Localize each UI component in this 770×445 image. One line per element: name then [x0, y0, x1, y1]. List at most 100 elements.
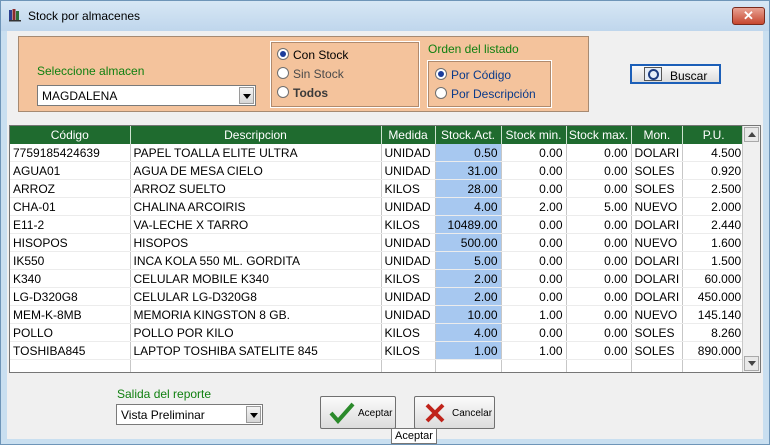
table-cell[interactable]: 2.500 — [682, 179, 746, 198]
table-cell[interactable]: 0.00 — [566, 269, 632, 288]
table-cell[interactable]: 450.000 — [682, 287, 746, 306]
radio-por-codigo[interactable]: Por Código — [435, 68, 511, 82]
table-cell[interactable]: 7759185424639 — [10, 144, 131, 162]
table-row[interactable]: IK550 INCA KOLA 550 ML. GORDITA UNIDAD 5.00… — [10, 251, 753, 270]
table-row[interactable]: HISOPOS HISOPOS UNIDAD 500.00 0.00 0.00 NUEVO 1… — [10, 233, 753, 252]
table-cell[interactable]: 1.00 — [435, 341, 502, 360]
table-cell[interactable]: UNIDAD — [381, 197, 436, 216]
table-cell[interactable]: NUEVO — [631, 233, 684, 252]
table-cell[interactable]: 0.00 — [501, 215, 567, 234]
table-cell[interactable]: 0.00 — [566, 215, 632, 234]
table-cell[interactable]: VA-LECHE X TARRO — [130, 215, 382, 234]
table-cell[interactable]: 0.00 — [501, 287, 567, 306]
table-cell[interactable]: KILOS — [381, 215, 436, 234]
table-cell[interactable]: K340 — [10, 269, 131, 288]
table-cell[interactable]: 0.00 — [566, 161, 632, 180]
table-row[interactable]: MEM-K-8MB MEMORIA KINGSTON 8 GB. UNIDAD 10.… — [10, 305, 753, 324]
table-cell[interactable]: DOLARI — [631, 144, 684, 162]
column-header[interactable]: Stock max. — [566, 126, 632, 144]
table-cell[interactable]: 10489.00 — [435, 215, 502, 234]
table-cell[interactable]: 31.00 — [435, 161, 502, 180]
table-cell[interactable]: CHALINA ARCOIRIS — [130, 197, 382, 216]
table-cell[interactable]: SOLES — [631, 161, 684, 180]
table-cell[interactable]: SOLES — [631, 323, 684, 342]
table-cell[interactable]: 2.00 — [435, 269, 502, 288]
warehouse-select[interactable]: MAGDALENA — [37, 85, 256, 106]
table-cell[interactable]: DOLARI — [631, 269, 684, 288]
table-cell[interactable]: 0.00 — [501, 251, 567, 270]
table-cell[interactable]: 4.00 — [435, 197, 502, 216]
report-output-select[interactable]: Vista Preliminar — [116, 404, 263, 425]
table-cell[interactable]: 0.00 — [566, 251, 632, 270]
column-header[interactable]: Medida — [381, 126, 436, 144]
table-cell[interactable]: 60.000 — [682, 269, 746, 288]
cancel-button[interactable]: Cancelar — [414, 396, 495, 429]
table-cell[interactable]: 0.00 — [566, 305, 632, 324]
table-row[interactable]: 7759185424639 PAPEL TOALLA ELITE ULTRA UNI… — [10, 144, 753, 162]
table-cell[interactable]: 0.50 — [435, 144, 502, 162]
table-cell[interactable]: 0.00 — [566, 323, 632, 342]
table-cell[interactable]: AGUA01 — [10, 161, 131, 180]
table-cell[interactable]: SOLES — [631, 179, 684, 198]
table-cell[interactable]: ARROZ — [10, 179, 131, 198]
table-cell[interactable]: 4.00 — [435, 323, 502, 342]
table-row[interactable]: K340 CELULAR MOBILE K340 KILOS 2.00 0.00 0.00… — [10, 269, 753, 288]
table-cell[interactable]: IK550 — [10, 251, 131, 270]
table-cell[interactable]: NUEVO — [631, 305, 684, 324]
table-cell[interactable]: UNIDAD — [381, 287, 436, 306]
chevron-down-icon[interactable] — [246, 406, 261, 423]
table-cell[interactable]: CELULAR LG-D320G8 — [130, 287, 382, 306]
table-cell[interactable]: 0.00 — [501, 179, 567, 198]
close-button[interactable]: ✕ — [732, 7, 765, 25]
table-cell[interactable]: SOLES — [631, 341, 684, 360]
table-cell[interactable]: KILOS — [381, 269, 436, 288]
table-cell[interactable]: 0.00 — [501, 323, 567, 342]
table-row[interactable]: ARROZ ARROZ SUELTO KILOS 28.00 0.00 0.00 SOLES… — [10, 179, 753, 198]
table-cell[interactable]: KILOS — [381, 323, 436, 342]
table-cell[interactable]: TOSHIBA845 — [10, 341, 131, 360]
table-cell[interactable]: 0.00 — [501, 233, 567, 252]
column-header[interactable]: Stock min. — [501, 126, 567, 144]
table-cell[interactable]: LG-D320G8 — [10, 287, 131, 306]
table-cell[interactable]: KILOS — [381, 179, 436, 198]
table-cell[interactable]: DOLARI — [631, 215, 684, 234]
table-cell[interactable]: 0.00 — [566, 233, 632, 252]
column-header[interactable]: Descripcion — [130, 126, 382, 144]
column-header[interactable]: Stock.Act. — [435, 126, 502, 144]
table-cell[interactable]: UNIDAD — [381, 305, 436, 324]
table-cell[interactable]: 5.00 — [566, 197, 632, 216]
column-header[interactable]: P.U. — [682, 126, 746, 144]
table-row[interactable]: LG-D320G8 CELULAR LG-D320G8 UNIDAD 2.00 0.00… — [10, 287, 753, 306]
column-header[interactable]: Código — [10, 126, 131, 144]
table-cell[interactable]: 0.00 — [501, 144, 567, 162]
table-cell[interactable]: 2.00 — [435, 287, 502, 306]
table-cell[interactable]: INCA KOLA 550 ML. GORDITA — [130, 251, 382, 270]
table-cell[interactable]: HISOPOS — [10, 233, 131, 252]
table-row[interactable]: CHA-01 CHALINA ARCOIRIS UNIDAD 4.00 2.00 5.00… — [10, 197, 753, 216]
table-row[interactable]: AGUA01 AGUA DE MESA CIELO UNIDAD 31.00 0.00 0… — [10, 161, 753, 180]
table-cell[interactable]: UNIDAD — [381, 251, 436, 270]
radio-por-descripcion[interactable]: Por Descripción — [435, 87, 536, 101]
table-cell[interactable]: POLLO — [10, 323, 131, 342]
table-cell[interactable]: ARROZ SUELTO — [130, 179, 382, 198]
table-cell[interactable]: 890.000 — [682, 341, 746, 360]
table-cell[interactable]: 2.000 — [682, 197, 746, 216]
table-row[interactable]: TOSHIBA845 LAPTOP TOSHIBA SATELITE 845 KIL… — [10, 341, 753, 360]
chevron-down-icon[interactable] — [239, 87, 254, 104]
table-cell[interactable]: 0.00 — [566, 144, 632, 162]
radio-con-stock[interactable]: Con Stock — [277, 48, 348, 62]
table-cell[interactable]: AGUA DE MESA CIELO — [130, 161, 382, 180]
table-cell[interactable]: CHA-01 — [10, 197, 131, 216]
table-row[interactable]: POLLO POLLO POR KILO KILOS 4.00 0.00 0.00 SOLE… — [10, 323, 753, 342]
table-cell[interactable]: 0.920 — [682, 161, 746, 180]
table-cell[interactable]: HISOPOS — [130, 233, 382, 252]
stock-table[interactable]: Código Descripcion Medida Stock.Act. Stock m… — [9, 125, 761, 373]
table-cell[interactable]: 1.600 — [682, 233, 746, 252]
table-cell[interactable]: 1.00 — [501, 305, 567, 324]
accept-button[interactable]: Aceptar — [320, 396, 396, 429]
table-cell[interactable]: NUEVO — [631, 197, 684, 216]
table-cell[interactable]: 0.00 — [501, 161, 567, 180]
table-cell[interactable]: 0.00 — [566, 179, 632, 198]
table-cell[interactable]: 0.00 — [566, 341, 632, 360]
table-cell[interactable]: PAPEL TOALLA ELITE ULTRA — [130, 144, 382, 162]
